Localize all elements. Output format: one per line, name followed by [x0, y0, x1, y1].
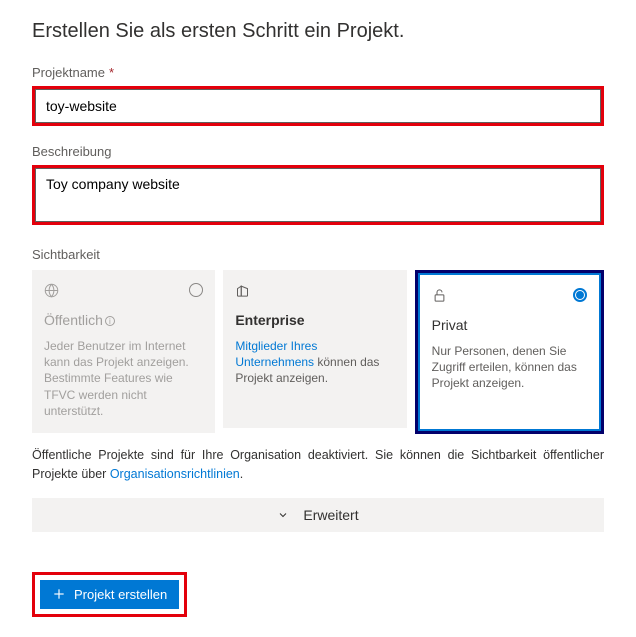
chevron-down-icon [277, 509, 289, 521]
project-name-input[interactable] [35, 89, 601, 123]
visibility-public-title: Öffentlichi [44, 312, 203, 328]
globe-icon [44, 283, 59, 298]
visibility-option-public: Öffentlichi Jeder Benutzer im Internet k… [32, 270, 215, 433]
advanced-expander[interactable]: Erweitert [32, 498, 604, 532]
visibility-public-desc: Jeder Benutzer im Internet kann das Proj… [44, 338, 203, 419]
visibility-enterprise-desc: Mitglieder Ihres Unternehmens können das… [235, 338, 394, 387]
info-icon: i [105, 316, 115, 326]
visibility-private-title: Privat [432, 317, 587, 333]
visibility-option-private[interactable]: Privat Nur Personen, denen Sie Zugriff e… [418, 273, 601, 431]
lock-icon [432, 288, 447, 303]
plus-icon [52, 587, 66, 601]
description-input[interactable]: Toy company website [35, 168, 601, 222]
create-project-button-label: Projekt erstellen [74, 587, 167, 602]
org-policies-link[interactable]: Organisationsrichtlinien [110, 467, 240, 481]
visibility-public-radio [189, 283, 203, 297]
page-title: Erstellen Sie als ersten Schritt ein Pro… [32, 20, 604, 43]
visibility-label: Sichtbarkeit [32, 247, 604, 262]
create-project-button[interactable]: Projekt erstellen [40, 580, 179, 609]
visibility-option-enterprise[interactable]: Enterprise Mitglieder Ihres Unternehmens… [223, 270, 406, 428]
enterprise-members-link[interactable]: Mitglieder Ihres Unternehmens [235, 339, 317, 369]
visibility-enterprise-title: Enterprise [235, 312, 394, 328]
description-label: Beschreibung [32, 144, 604, 159]
visibility-options: Öffentlichi Jeder Benutzer im Internet k… [32, 270, 604, 434]
project-name-label: Projektname* [32, 65, 604, 80]
visibility-private-desc: Nur Personen, denen Sie Zugriff erteilen… [432, 343, 587, 392]
required-asterisk: * [109, 65, 114, 80]
building-icon [235, 283, 250, 298]
advanced-label: Erweitert [303, 507, 358, 523]
visibility-private-radio[interactable] [573, 288, 587, 302]
public-projects-notice: Öffentliche Projekte sind für Ihre Organ… [32, 446, 604, 484]
